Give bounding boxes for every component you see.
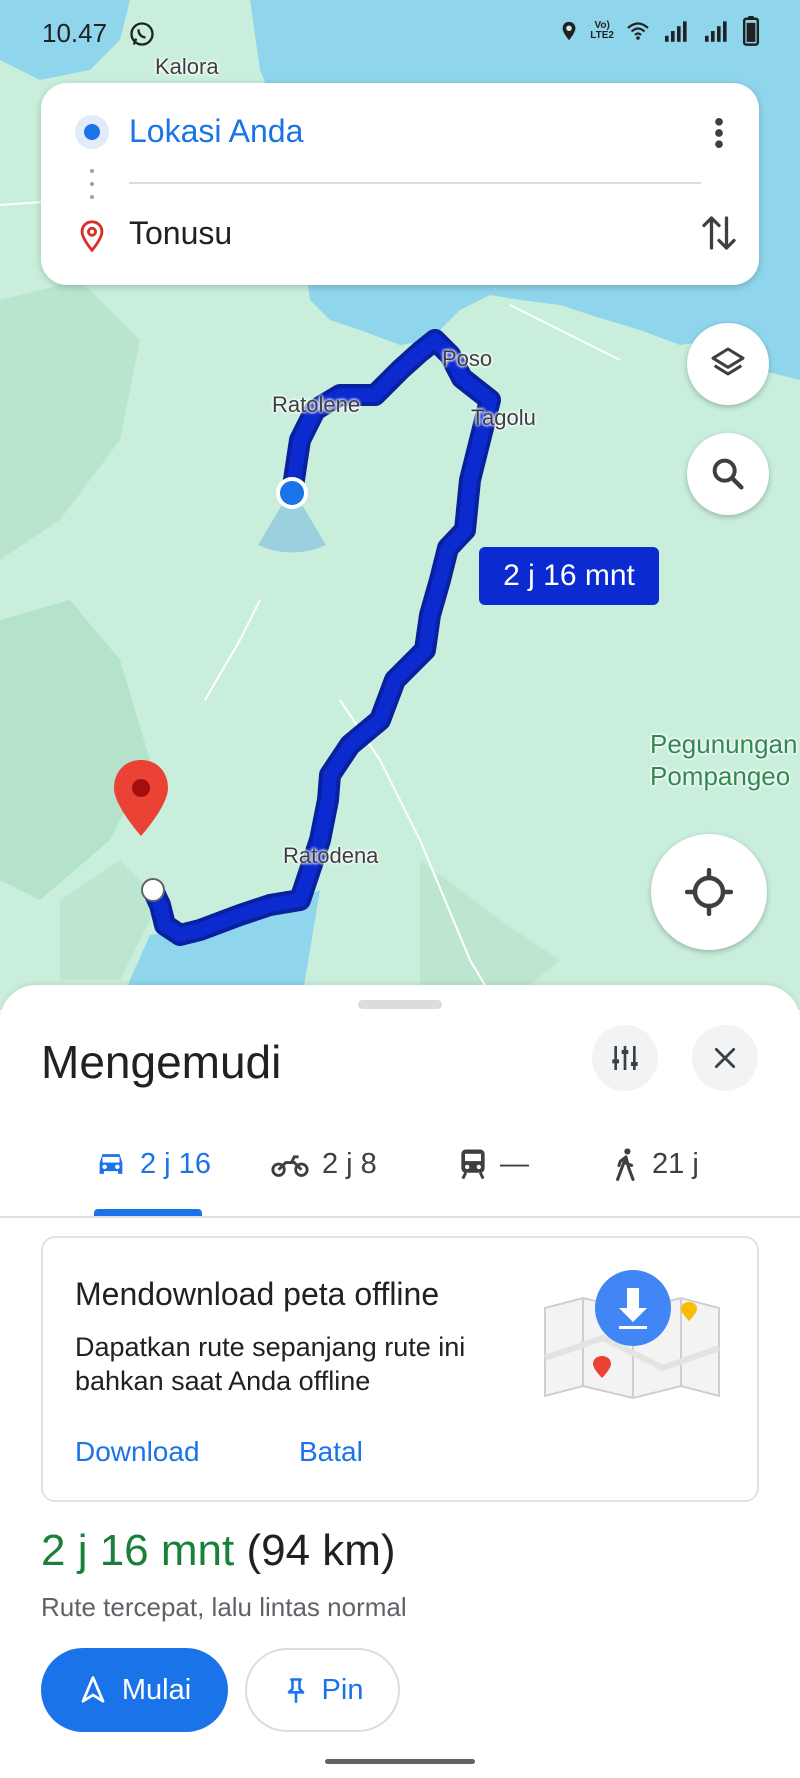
swap-button[interactable] — [699, 209, 739, 257]
signal-icon — [705, 21, 727, 42]
search-icon — [712, 458, 744, 490]
tab-driving-label: 2 j 16 — [140, 1147, 211, 1180]
road — [204, 599, 261, 701]
sheet-title: Mengemudi — [41, 1036, 282, 1088]
swap-vert-icon — [702, 216, 736, 250]
pin-icon — [287, 1678, 304, 1703]
map-label-tagolu: Tagolu — [471, 405, 536, 430]
signal-icon — [665, 21, 687, 42]
pin-button[interactable]: Pin — [245, 1648, 400, 1732]
more-vert-icon — [715, 117, 723, 149]
close-button[interactable] — [692, 1025, 758, 1091]
volte-icon: Vo) LTE2 — [590, 20, 614, 41]
current-location-dot[interactable] — [280, 481, 304, 505]
wifi-icon — [627, 22, 649, 40]
origin-icon — [75, 115, 109, 149]
search-along-route-button[interactable] — [687, 433, 769, 515]
crosshair-icon — [685, 868, 733, 916]
car-icon — [99, 1154, 123, 1174]
transit-icon — [461, 1149, 485, 1180]
destination-pin-icon[interactable] — [114, 760, 168, 836]
offline-map-illustration — [544, 1270, 721, 1400]
tab-driving[interactable]: 2 j 16 — [94, 1140, 211, 1188]
tab-walking[interactable]: 21 j — [612, 1140, 699, 1188]
map-label-pegunungan-line1: Pegunungan — [650, 729, 798, 759]
motorcycle-icon — [271, 1155, 309, 1177]
route-options-button[interactable] — [592, 1025, 658, 1091]
route-end-dot — [141, 878, 165, 902]
cancel-button[interactable]: Batal — [299, 1436, 363, 1468]
tab-transit-label: — — [500, 1147, 529, 1180]
route-distance: (94 km) — [246, 1526, 396, 1575]
travel-mode-tabs: 2 j 16 2 j 8 — 21 j — [0, 1110, 800, 1218]
destination-marker-icon — [80, 220, 104, 253]
my-location-button[interactable] — [651, 834, 767, 950]
route-description: Rute tercepat, lalu lintas normal — [41, 1592, 407, 1622]
destination-field[interactable]: Tonusu — [129, 215, 232, 252]
route-connector-dots — [90, 169, 94, 205]
tab-transit[interactable]: — — [458, 1140, 529, 1188]
map-label-ratolene: Ratolene — [272, 392, 361, 417]
start-button-label: Mulai — [121, 1673, 192, 1706]
directions-card: Lokasi Anda Tonusu — [41, 83, 759, 285]
offline-card-title: Mendownload peta offline — [75, 1276, 440, 1312]
tab-motorcycle-label: 2 j 8 — [322, 1147, 377, 1180]
map-label-ratodena: Ratodena — [283, 843, 379, 868]
status-bar: 10.47 Vo) LTE2 — [0, 0, 800, 66]
gesture-nav-bar[interactable] — [325, 1759, 475, 1764]
battery-icon — [742, 16, 760, 46]
origin-field[interactable]: Lokasi Anda — [129, 113, 303, 150]
offline-map-card: Mendownload peta offline Dapatkan rute s… — [41, 1236, 759, 1502]
map-label-pegunungan: Pegunungan Pompangeo — [650, 728, 797, 792]
drag-handle[interactable] — [358, 1000, 442, 1009]
status-time: 10.47 — [42, 18, 108, 48]
status-icons: Vo) LTE2 — [558, 16, 760, 46]
tune-icon — [612, 1046, 638, 1070]
terrain-patch — [0, 280, 140, 560]
offline-card-description: Dapatkan rute sepanjang rute ini bahkan … — [75, 1332, 466, 1396]
route-duration: 2 j 16 mnt — [41, 1526, 235, 1575]
volte-label: LTE2 — [590, 30, 614, 41]
layers-button[interactable] — [687, 323, 769, 405]
pin-button-label: Pin — [321, 1673, 364, 1706]
tab-motorcycle[interactable]: 2 j 8 — [270, 1140, 377, 1188]
route-time-bubble[interactable]: 2 j 16 mnt — [479, 547, 659, 605]
navigation-arrow-icon — [81, 1676, 105, 1703]
layers-icon — [711, 347, 745, 376]
terrain-patch — [0, 600, 150, 900]
start-button[interactable]: Mulai — [41, 1648, 228, 1732]
location-icon — [562, 21, 576, 41]
map-label-poso: Poso — [442, 346, 493, 371]
walk-icon — [616, 1148, 635, 1181]
download-button[interactable]: Download — [75, 1436, 200, 1468]
tab-walking-label: 21 j — [652, 1147, 699, 1180]
close-icon — [714, 1047, 736, 1069]
whatsapp-icon — [130, 22, 154, 46]
route-summary: 2 j 16 mnt (94 km) — [41, 1526, 396, 1576]
more-options-button[interactable] — [701, 113, 737, 153]
map-label-pegunungan-line2: Pompangeo — [650, 761, 791, 791]
tabs-divider — [0, 1216, 800, 1218]
active-tab-indicator — [94, 1209, 202, 1216]
field-divider — [129, 182, 701, 184]
